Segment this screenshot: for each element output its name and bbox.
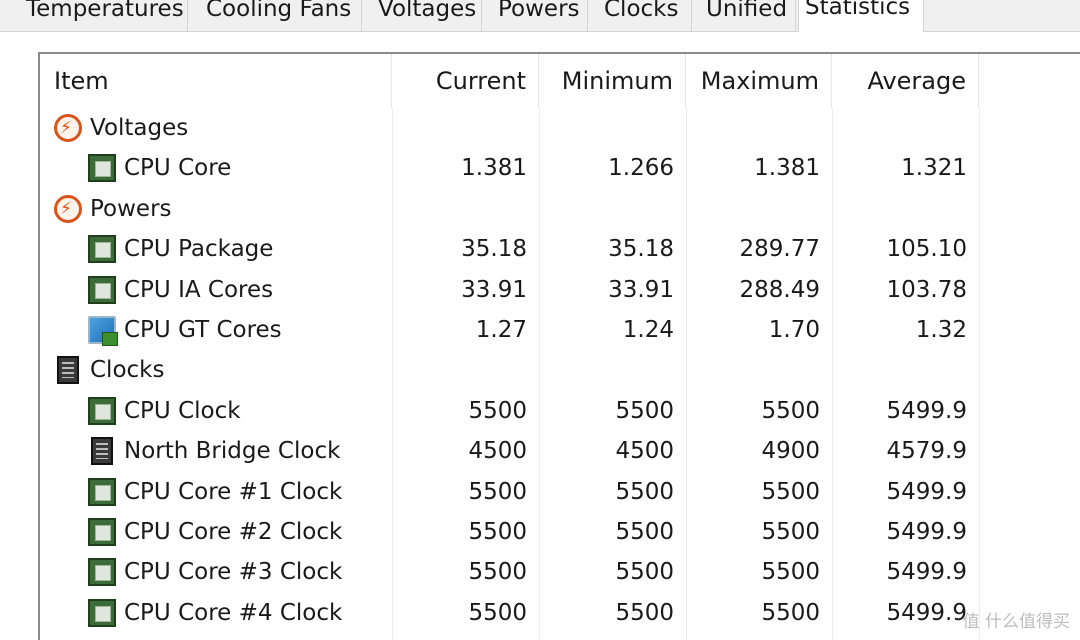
sensor-label: CPU Core #1 Clock (124, 478, 343, 505)
sensor-label: CPU Core #3 Clock (124, 559, 343, 586)
group-row-powers[interactable]: Powers (40, 189, 1080, 229)
minimum-value: 5500 (615, 559, 674, 586)
current-value: 5500 (468, 599, 527, 626)
average-value: 103.78 (886, 276, 967, 303)
minimum-value: 4500 (615, 438, 674, 465)
current-value: 5500 (468, 397, 527, 424)
group-label: Clocks (90, 357, 165, 384)
sensor-row[interactable]: CPU Core #2 Clock 5500 5500 5500 5499.9 (40, 512, 1080, 552)
column-header-current[interactable]: Current (392, 54, 539, 108)
sensor-row[interactable]: North Bridge Clock 4500 4500 4900 4579.9 (40, 431, 1080, 471)
minimum-value: 5500 (615, 518, 674, 545)
average-value: 4579.9 (886, 438, 967, 465)
minimum-value: 5500 (615, 599, 674, 626)
minimum-value: 33.91 (608, 276, 674, 303)
tab-cooling-fans[interactable]: Cooling Fans (200, 0, 362, 32)
sensor-label: CPU Core #4 Clock (124, 599, 343, 626)
sensor-label: CPU Package (124, 236, 274, 263)
tab-voltages[interactable]: Voltages (372, 0, 482, 32)
column-header-average[interactable]: Average (832, 54, 979, 108)
average-value: 5499.9 (886, 478, 967, 505)
average-value: 5499.9 (886, 599, 967, 626)
sensor-row[interactable]: CPU Clock 5500 5500 5500 5499.9 (40, 391, 1080, 431)
cpu-chip-icon (88, 154, 116, 183)
maximum-value: 1.70 (768, 316, 820, 343)
tab-temperatures[interactable]: Temperatures (20, 0, 188, 32)
sensor-label: CPU IA Cores (124, 276, 274, 303)
maximum-value: 1.381 (754, 155, 820, 182)
average-value: 1.321 (901, 155, 967, 182)
sensor-row[interactable]: CPU Core 1.381 1.266 1.381 1.321 (40, 148, 1080, 188)
sensor-row[interactable]: CPU Core #3 Clock 5500 5500 5500 5499.9 (40, 552, 1080, 592)
watermark: 值 什么值得买 (962, 612, 1070, 632)
memory-chip-icon (91, 437, 113, 466)
cpu-chip-icon (88, 235, 116, 264)
column-header-item[interactable]: Item (40, 54, 392, 108)
current-value: 33.91 (461, 276, 527, 303)
column-header-maximum[interactable]: Maximum (686, 54, 832, 108)
current-value: 5500 (468, 518, 527, 545)
current-value: 1.381 (461, 155, 527, 182)
maximum-value: 288.49 (739, 276, 820, 303)
average-value: 5499.9 (886, 397, 967, 424)
minimum-value: 5500 (615, 478, 674, 505)
sensor-label: CPU GT Cores (124, 316, 282, 343)
tab-statistics[interactable]: Statistics (798, 0, 924, 32)
sensor-list[interactable]: Item Current Minimum Maximum Average Vol… (38, 52, 1080, 640)
cpu-chip-icon (88, 598, 116, 627)
minimum-value: 1.24 (622, 316, 674, 343)
average-value: 105.10 (886, 236, 967, 263)
maximum-value: 5500 (761, 518, 820, 545)
sensor-label: CPU Core #2 Clock (124, 518, 343, 545)
average-value: 1.32 (915, 316, 967, 343)
current-value: 4500 (468, 438, 527, 465)
cpu-chip-icon (88, 396, 116, 425)
sensor-label: CPU Clock (124, 397, 241, 424)
group-label: Voltages (90, 115, 189, 141)
group-label: Powers (90, 195, 172, 222)
cpu-chip-icon (88, 558, 116, 587)
minimum-value: 1.266 (608, 155, 674, 182)
sensor-row[interactable]: CPU Package 35.18 35.18 289.77 105.10 (40, 229, 1080, 269)
memory-chip-icon (57, 356, 79, 385)
maximum-value: 5500 (761, 397, 820, 424)
current-value: 5500 (468, 559, 527, 586)
monitor-icon (88, 315, 118, 346)
sensor-row[interactable]: CPU GT Cores 1.27 1.24 1.70 1.32 (40, 310, 1080, 350)
sensor-row[interactable]: CPU Core #1 Clock 5500 5500 5500 5499.9 (40, 472, 1080, 512)
cpu-chip-icon (88, 477, 116, 506)
current-value: 35.18 (461, 236, 527, 263)
current-value: 5500 (468, 478, 527, 505)
statistics-panel: Item Current Minimum Maximum Average Vol… (0, 32, 1080, 640)
sensor-label: North Bridge Clock (124, 438, 341, 465)
maximum-value: 5500 (761, 478, 820, 505)
current-value: 1.27 (475, 316, 527, 343)
maximum-value: 289.77 (739, 236, 820, 263)
maximum-value: 5500 (761, 559, 820, 586)
tab-powers[interactable]: Powers (492, 0, 588, 32)
column-header-minimum[interactable]: Minimum (539, 54, 686, 108)
average-value: 5499.9 (886, 518, 967, 545)
cpu-chip-icon (88, 275, 116, 304)
group-row-voltages[interactable]: Voltages (40, 108, 1080, 148)
tab-strip: Temperatures Cooling Fans Voltages Power… (0, 0, 1080, 32)
minimum-value: 35.18 (608, 236, 674, 263)
tab-clocks[interactable]: Clocks (598, 0, 692, 32)
minimum-value: 5500 (615, 397, 674, 424)
group-row-clocks[interactable]: Clocks (40, 350, 1080, 390)
cpu-chip-icon (88, 517, 116, 546)
sensor-label: CPU Core (124, 155, 232, 182)
sensor-row[interactable]: CPU Core #4 Clock 5500 5500 5500 5499.9 (40, 593, 1080, 633)
maximum-value: 4900 (761, 438, 820, 465)
maximum-value: 5500 (761, 599, 820, 626)
list-body: Voltages CPU Core 1.381 1.266 1.381 1.32… (40, 108, 1080, 633)
bolt-icon (54, 194, 82, 223)
average-value: 5499.9 (886, 559, 967, 586)
sensor-row[interactable]: CPU IA Cores 33.91 33.91 288.49 103.78 (40, 270, 1080, 310)
bolt-icon (54, 114, 82, 142)
tab-unified[interactable]: Unified (700, 0, 796, 32)
list-header: Item Current Minimum Maximum Average (40, 54, 1080, 108)
